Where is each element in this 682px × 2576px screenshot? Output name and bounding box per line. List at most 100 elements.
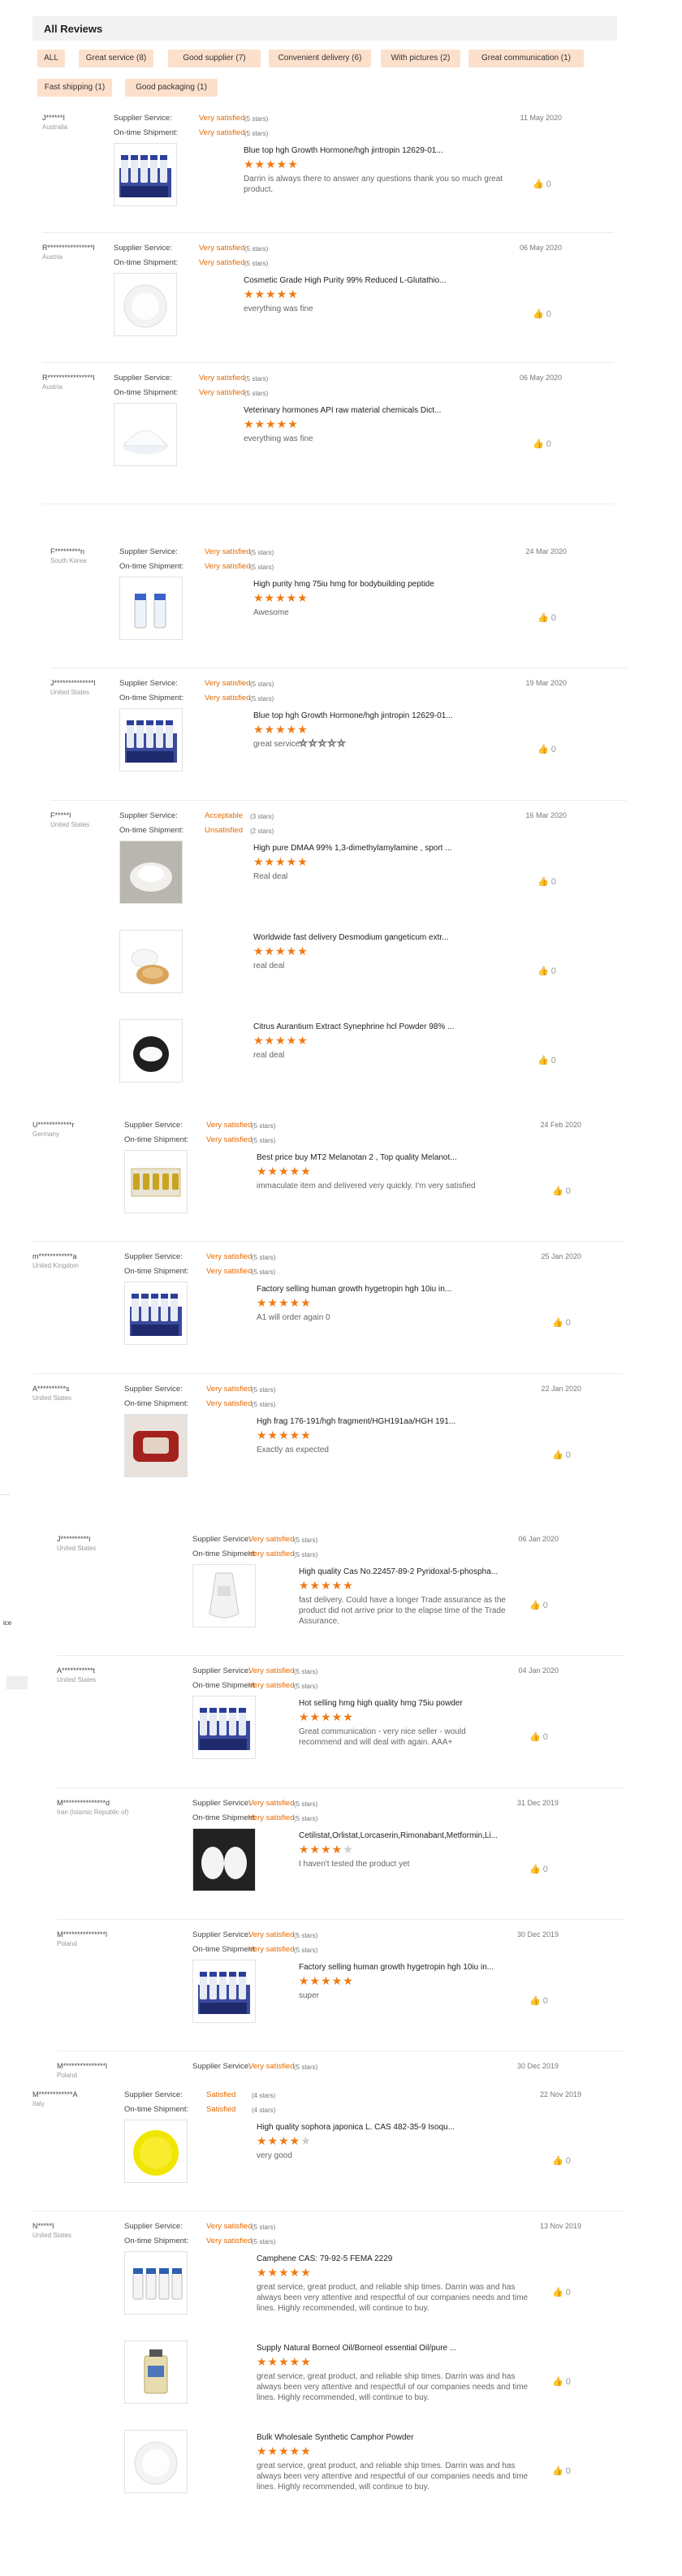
product-title-link[interactable]: Veterinary hormones API raw material che… [244, 406, 529, 415]
supplier-service-label: Supplier Service: [124, 1121, 183, 1130]
product-image[interactable] [124, 2120, 188, 2183]
like-button[interactable]: 👍 0 [529, 1600, 548, 1610]
supplier-service-value: Very satisfied [199, 374, 245, 383]
product-image[interactable] [192, 1564, 256, 1627]
product-title-link[interactable]: Factory selling human growth hygetropin … [299, 1963, 526, 1972]
like-button[interactable]: 👍 0 [552, 1317, 571, 1328]
review-comment: Exactly as expected [257, 1446, 329, 1454]
supplier-service-stars: (5 stars) [250, 549, 274, 556]
product-title-link[interactable]: Supply Natural Borneol Oil/Borneol essen… [257, 2344, 549, 2353]
product-image[interactable] [124, 2430, 188, 2493]
product-title-link[interactable]: High quality Cas No.22457-89-2 Pyridoxal… [299, 1567, 526, 1576]
product-image[interactable] [119, 841, 183, 904]
product-title-link[interactable]: Worldwide fast delivery Desmodium ganget… [253, 933, 534, 942]
product-image[interactable] [119, 708, 183, 772]
product-image[interactable] [114, 403, 177, 466]
product-title-link[interactable]: Bulk Wholesale Synthetic Camphor Powder [257, 2433, 549, 2442]
product-image[interactable] [192, 1696, 256, 1759]
product-image[interactable] [119, 577, 183, 640]
supplier-service-label: Supplier Service: [114, 114, 172, 123]
supplier-service-stars: (4 stars) [252, 2092, 276, 2099]
screenshot-seam-left-fragment [0, 1494, 10, 1495]
review-date: 22 Nov 2019 [539, 2090, 581, 2098]
filter-tab[interactable]: ALL [37, 50, 65, 67]
like-button[interactable]: 👍 0 [552, 1186, 571, 1196]
product-title-link[interactable]: Cetilistat,Orlistat,Lorcaserin,Rimonaban… [299, 1831, 526, 1840]
filter-tab[interactable]: Convenient delivery (6) [269, 50, 371, 67]
like-button[interactable]: 👍 0 [552, 2287, 571, 2297]
like-button[interactable]: 👍 0 [529, 1864, 548, 1874]
like-button[interactable]: 👍 0 [529, 1995, 548, 2006]
like-button[interactable]: 👍 0 [533, 179, 551, 189]
product-image[interactable] [124, 1150, 188, 1213]
supplier-service-stars: (3 stars) [250, 813, 274, 820]
product-image[interactable] [124, 2340, 188, 2404]
product-image[interactable] [192, 1960, 256, 2023]
like-button[interactable]: 👍 0 [533, 439, 551, 449]
filter-tab[interactable]: Good packaging (1) [125, 79, 218, 97]
on-time-shipment-stars: (5 stars) [294, 1815, 318, 1822]
filter-tab[interactable]: Fast shipping (1) [37, 79, 112, 97]
product-title-link[interactable]: Hgh frag 176-191/hgh fragment/HGH191aa/H… [257, 1417, 549, 1426]
supplier-service-label: Supplier Service: [192, 1930, 251, 1939]
product-title-link[interactable]: High quality sophora japonica L. CAS 482… [257, 2123, 549, 2132]
review-item: F*****I United States Supplier Service: Acc… [50, 811, 627, 1108]
reviewer-country: South Korea [50, 557, 87, 564]
product-rating-stars: ★★★★★ [253, 591, 309, 604]
product-title-link[interactable]: High pure DMAA 99% 1,3-dimethylamylamine… [253, 844, 534, 853]
like-button[interactable]: 👍 0 [537, 876, 556, 887]
supplier-service-label: Supplier Service: [114, 244, 172, 253]
thumbs-up-icon: 👍 [552, 2288, 563, 2297]
product-rating-stars: ★★★★★ [253, 855, 309, 868]
like-button[interactable]: 👍 0 [537, 612, 556, 623]
product-image[interactable] [119, 1019, 183, 1083]
product-image[interactable] [119, 930, 183, 993]
like-count: 0 [565, 2377, 571, 2387]
product-image[interactable] [114, 273, 177, 336]
reviewer-name: A**********s [32, 1385, 70, 1393]
filter-tab[interactable]: Great service (8) [79, 50, 153, 67]
product-title-link[interactable]: Factory selling human growth hygetropin … [257, 1285, 549, 1294]
product-title-link[interactable]: Hot selling hmg high quality hmg 75iu po… [299, 1699, 526, 1708]
product-image[interactable] [124, 1414, 188, 1477]
like-button[interactable]: 👍 0 [552, 2376, 571, 2387]
product-title-link[interactable]: Camphene CAS: 79-92-5 FEMA 2229 [257, 2254, 549, 2263]
supplier-service-stars: (5 stars) [294, 1668, 318, 1675]
side-fragment-text: ice [3, 1619, 12, 1627]
reviewer-country: United States [32, 2232, 72, 2239]
like-button[interactable]: 👍 0 [537, 744, 556, 754]
review-comment: A1 will order again 0 [257, 1313, 330, 1322]
reviewer-country: Iran (Islamic Republic of) [57, 1809, 129, 1816]
product-title-link[interactable]: Best price buy MT2 Melanotan 2 , Top qua… [257, 1153, 549, 1162]
like-button[interactable]: 👍 0 [552, 1450, 571, 1460]
like-button[interactable]: 👍 0 [537, 966, 556, 976]
product-image[interactable] [114, 143, 177, 206]
review-comment: Real deal [253, 872, 288, 881]
on-time-shipment-label: On-time Shipment: [192, 1813, 257, 1822]
product-title-link[interactable]: Blue top hgh Growth Hormone/hgh jintropi… [244, 146, 529, 155]
review-item: F*********n South Korea Supplier Service: V… [50, 547, 627, 685]
review-comment: I haven't tested the product yet [299, 1860, 410, 1869]
product-rating-stars: ★★★★★ [299, 1710, 354, 1723]
on-time-shipment-stars: (5 stars) [250, 564, 274, 571]
filter-tab[interactable]: Great communication (1) [468, 50, 584, 67]
like-count: 0 [542, 1996, 548, 2006]
like-button[interactable]: 👍 0 [537, 1055, 556, 1065]
like-button[interactable]: 👍 0 [529, 1731, 548, 1742]
like-button[interactable]: 👍 0 [552, 2466, 571, 2476]
like-button[interactable]: 👍 0 [552, 2155, 571, 2166]
product-image[interactable] [124, 2251, 188, 2315]
product-title-link[interactable]: High purity hmg 75iu hmg for bodybuildin… [253, 580, 534, 589]
review-comment: great service [253, 740, 300, 749]
review-item: M***************l Poland Supplier Service:… [57, 2062, 625, 2077]
product-rating-stars: ★★★★★ [244, 158, 299, 171]
supplier-service-stars: (5 stars) [294, 2064, 318, 2071]
like-button[interactable]: 👍 0 [533, 309, 551, 319]
product-title-link[interactable]: Citrus Aurantium Extract Synephrine hcl … [253, 1022, 534, 1031]
product-title-link[interactable]: Cosmetic Grade High Purity 99% Reduced L… [244, 276, 529, 285]
product-image[interactable] [192, 1828, 256, 1891]
product-image[interactable] [124, 1282, 188, 1345]
product-title-link[interactable]: Blue top hgh Growth Hormone/hgh jintropi… [253, 711, 534, 720]
filter-tab[interactable]: With pictures (2) [381, 50, 460, 67]
filter-tab[interactable]: Good supplier (7) [168, 50, 261, 67]
